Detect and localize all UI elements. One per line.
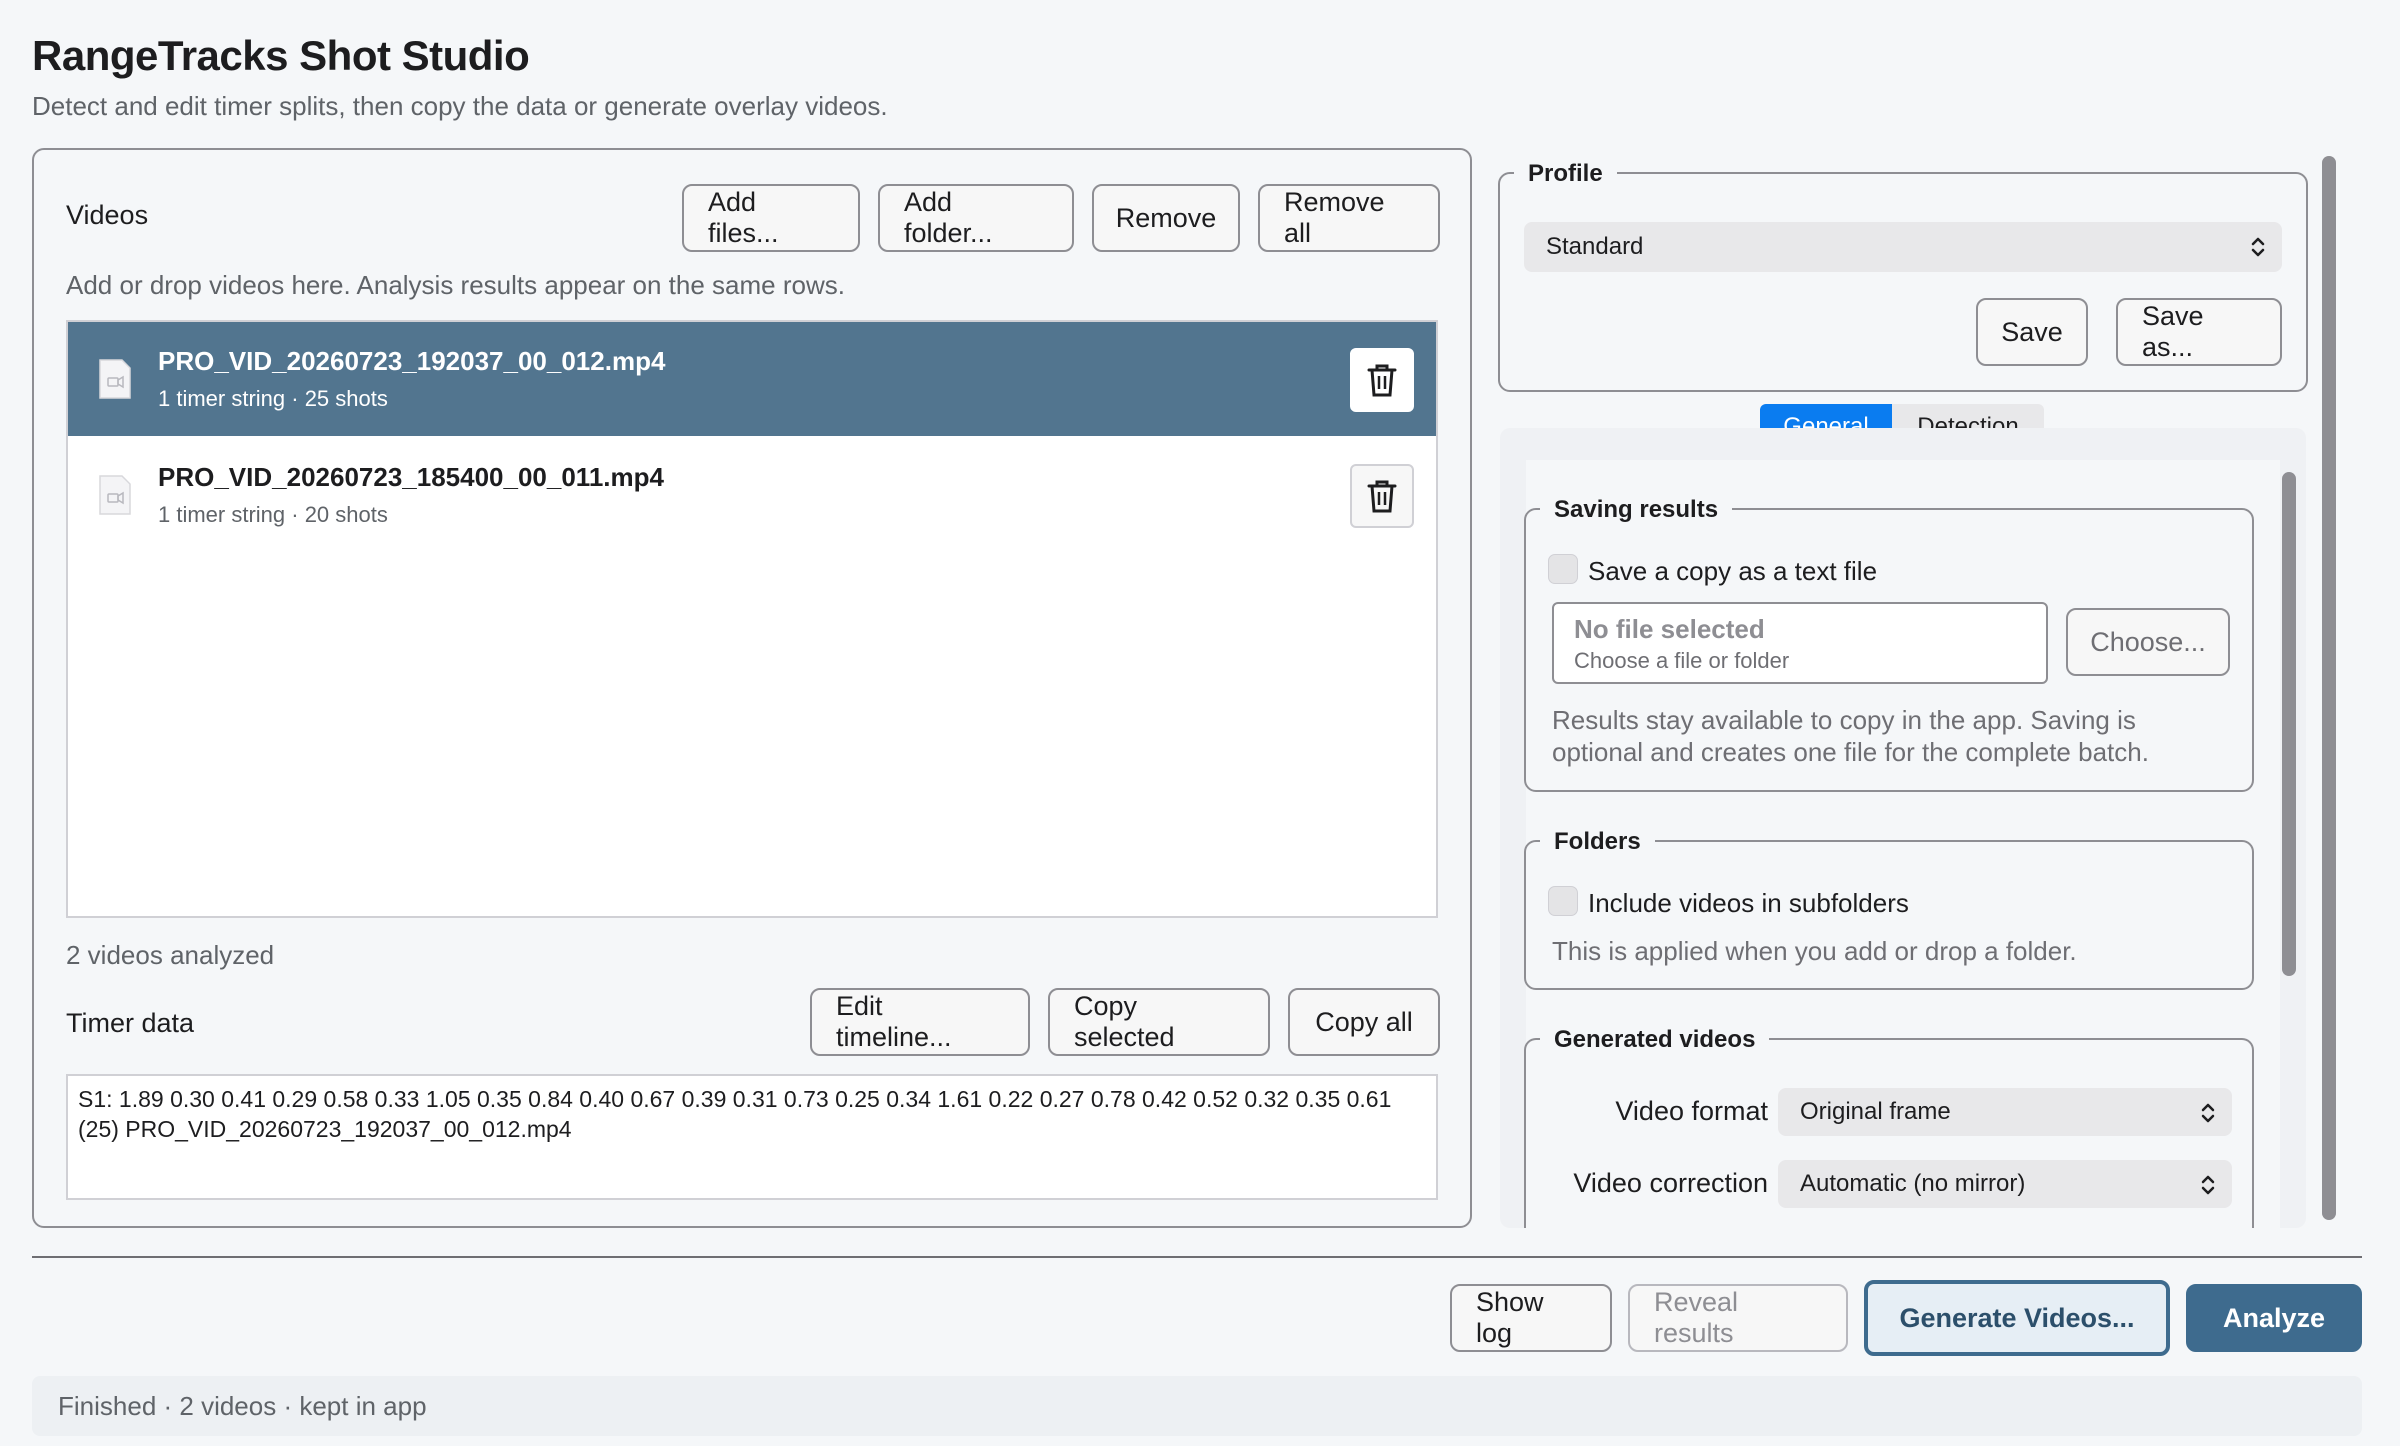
timer-data-textarea[interactable]: S1: 1.89 0.30 0.41 0.29 0.58 0.33 1.05 0… [66,1074,1438,1200]
video-file-icon [99,475,131,515]
status-text: Finished · 2 videos · kept in app [58,1390,427,1421]
videos-panel: Videos Add files... Add folder... Remove… [32,148,1472,1228]
output-file-field[interactable]: No file selected Choose a file or folder [1552,602,2048,684]
remove-button[interactable]: Remove [1092,184,1240,252]
copy-all-button[interactable]: Copy all [1288,988,1440,1056]
video-correction-label: Video correction [1573,1168,1768,1198]
timer-data-label: Timer data [66,1008,195,1038]
videos-count: 2 videos analyzed [66,940,275,970]
file-meta: 1 timer string · 25 shots [158,386,388,411]
chevron-updown-icon [2201,1103,2215,1123]
profile-select[interactable]: Standard [1524,222,2282,272]
list-item[interactable]: PRO_VID_20260723_185400_00_011.mp4 1 tim… [68,438,1436,552]
folders-group: Folders Include videos in subfolders Thi… [1524,828,2254,990]
app-title: RangeTracks Shot Studio [32,32,530,79]
delete-file-button[interactable] [1350,464,1414,528]
choose-file-button[interactable]: Choose... [2066,608,2230,676]
save-copy-label: Save a copy as a text file [1588,556,1878,586]
video-file-icon [99,359,131,399]
profile-select-value: Standard [1546,233,1644,260]
remove-all-button[interactable]: Remove all [1258,184,1440,252]
chevron-updown-icon [2251,237,2265,257]
footer-divider [32,1256,2362,1258]
status-bar: Finished · 2 videos · kept in app [32,1376,2362,1436]
trash-icon [1367,364,1397,397]
copy-selected-button[interactable]: Copy selected [1048,988,1270,1056]
videos-hint: Add or drop videos here. Analysis result… [66,270,845,300]
folders-legend: Folders [1540,828,1655,856]
file-meta: 1 timer string · 20 shots [158,502,388,527]
list-item[interactable]: PRO_VID_20260723_192037_00_012.mp4 1 tim… [68,322,1436,436]
settings-scrollbar-thumb[interactable] [2282,472,2296,976]
edit-timeline-button[interactable]: Edit timeline... [810,988,1030,1056]
save-profile-button[interactable]: Save [1976,298,2088,366]
generate-videos-button[interactable]: Generate Videos... [1864,1280,2170,1356]
delete-file-button[interactable] [1350,348,1414,412]
video-correction-value: Automatic (no mirror) [1800,1170,2026,1197]
trash-icon [1367,480,1397,513]
generated-videos-legend: Generated videos [1540,1026,1770,1054]
saving-results-group: Saving results Save a copy as a text fil… [1524,496,2254,792]
video-format-select[interactable]: Original frame [1778,1088,2232,1136]
output-file-hint: Choose a file or folder [1574,648,1790,673]
saving-results-legend: Saving results [1540,496,1733,524]
profile-legend: Profile [1514,160,1617,188]
app-subtitle: Detect and edit timer splits, then copy … [32,91,888,121]
file-name: PRO_VID_20260723_192037_00_012.mp4 [158,346,666,376]
profile-group: Profile Standard Save Save as... [1498,160,2308,392]
analyze-button[interactable]: Analyze [2186,1284,2362,1352]
outer-scrollbar-thumb[interactable] [2322,156,2336,1220]
save-copy-checkbox[interactable] [1548,554,1578,584]
file-name: PRO_VID_20260723_185400_00_011.mp4 [158,462,664,492]
video-correction-select[interactable]: Automatic (no mirror) [1778,1160,2232,1208]
video-file-list[interactable]: PRO_VID_20260723_192037_00_012.mp4 1 tim… [66,320,1438,918]
include-subfolders-checkbox[interactable] [1548,886,1578,916]
add-folder-button[interactable]: Add folder... [878,184,1074,252]
folders-note: This is applied when you add or drop a f… [1552,936,2077,966]
generated-videos-group: Generated videos Video format Original f… [1524,1026,2254,1228]
reveal-results-button[interactable]: Reveal results [1628,1284,1848,1352]
show-log-button[interactable]: Show log [1450,1284,1612,1352]
videos-label: Videos [66,200,149,230]
video-format-value: Original frame [1800,1098,1951,1125]
saving-note: Results stay available to copy in the ap… [1552,705,2149,767]
output-file-value: No file selected [1574,614,1765,644]
save-as-profile-button[interactable]: Save as... [2116,298,2282,366]
add-files-button[interactable]: Add files... [682,184,860,252]
chevron-updown-icon [2201,1175,2215,1195]
include-subfolders-label: Include videos in subfolders [1588,888,1909,918]
video-format-label: Video format [1615,1096,1768,1126]
